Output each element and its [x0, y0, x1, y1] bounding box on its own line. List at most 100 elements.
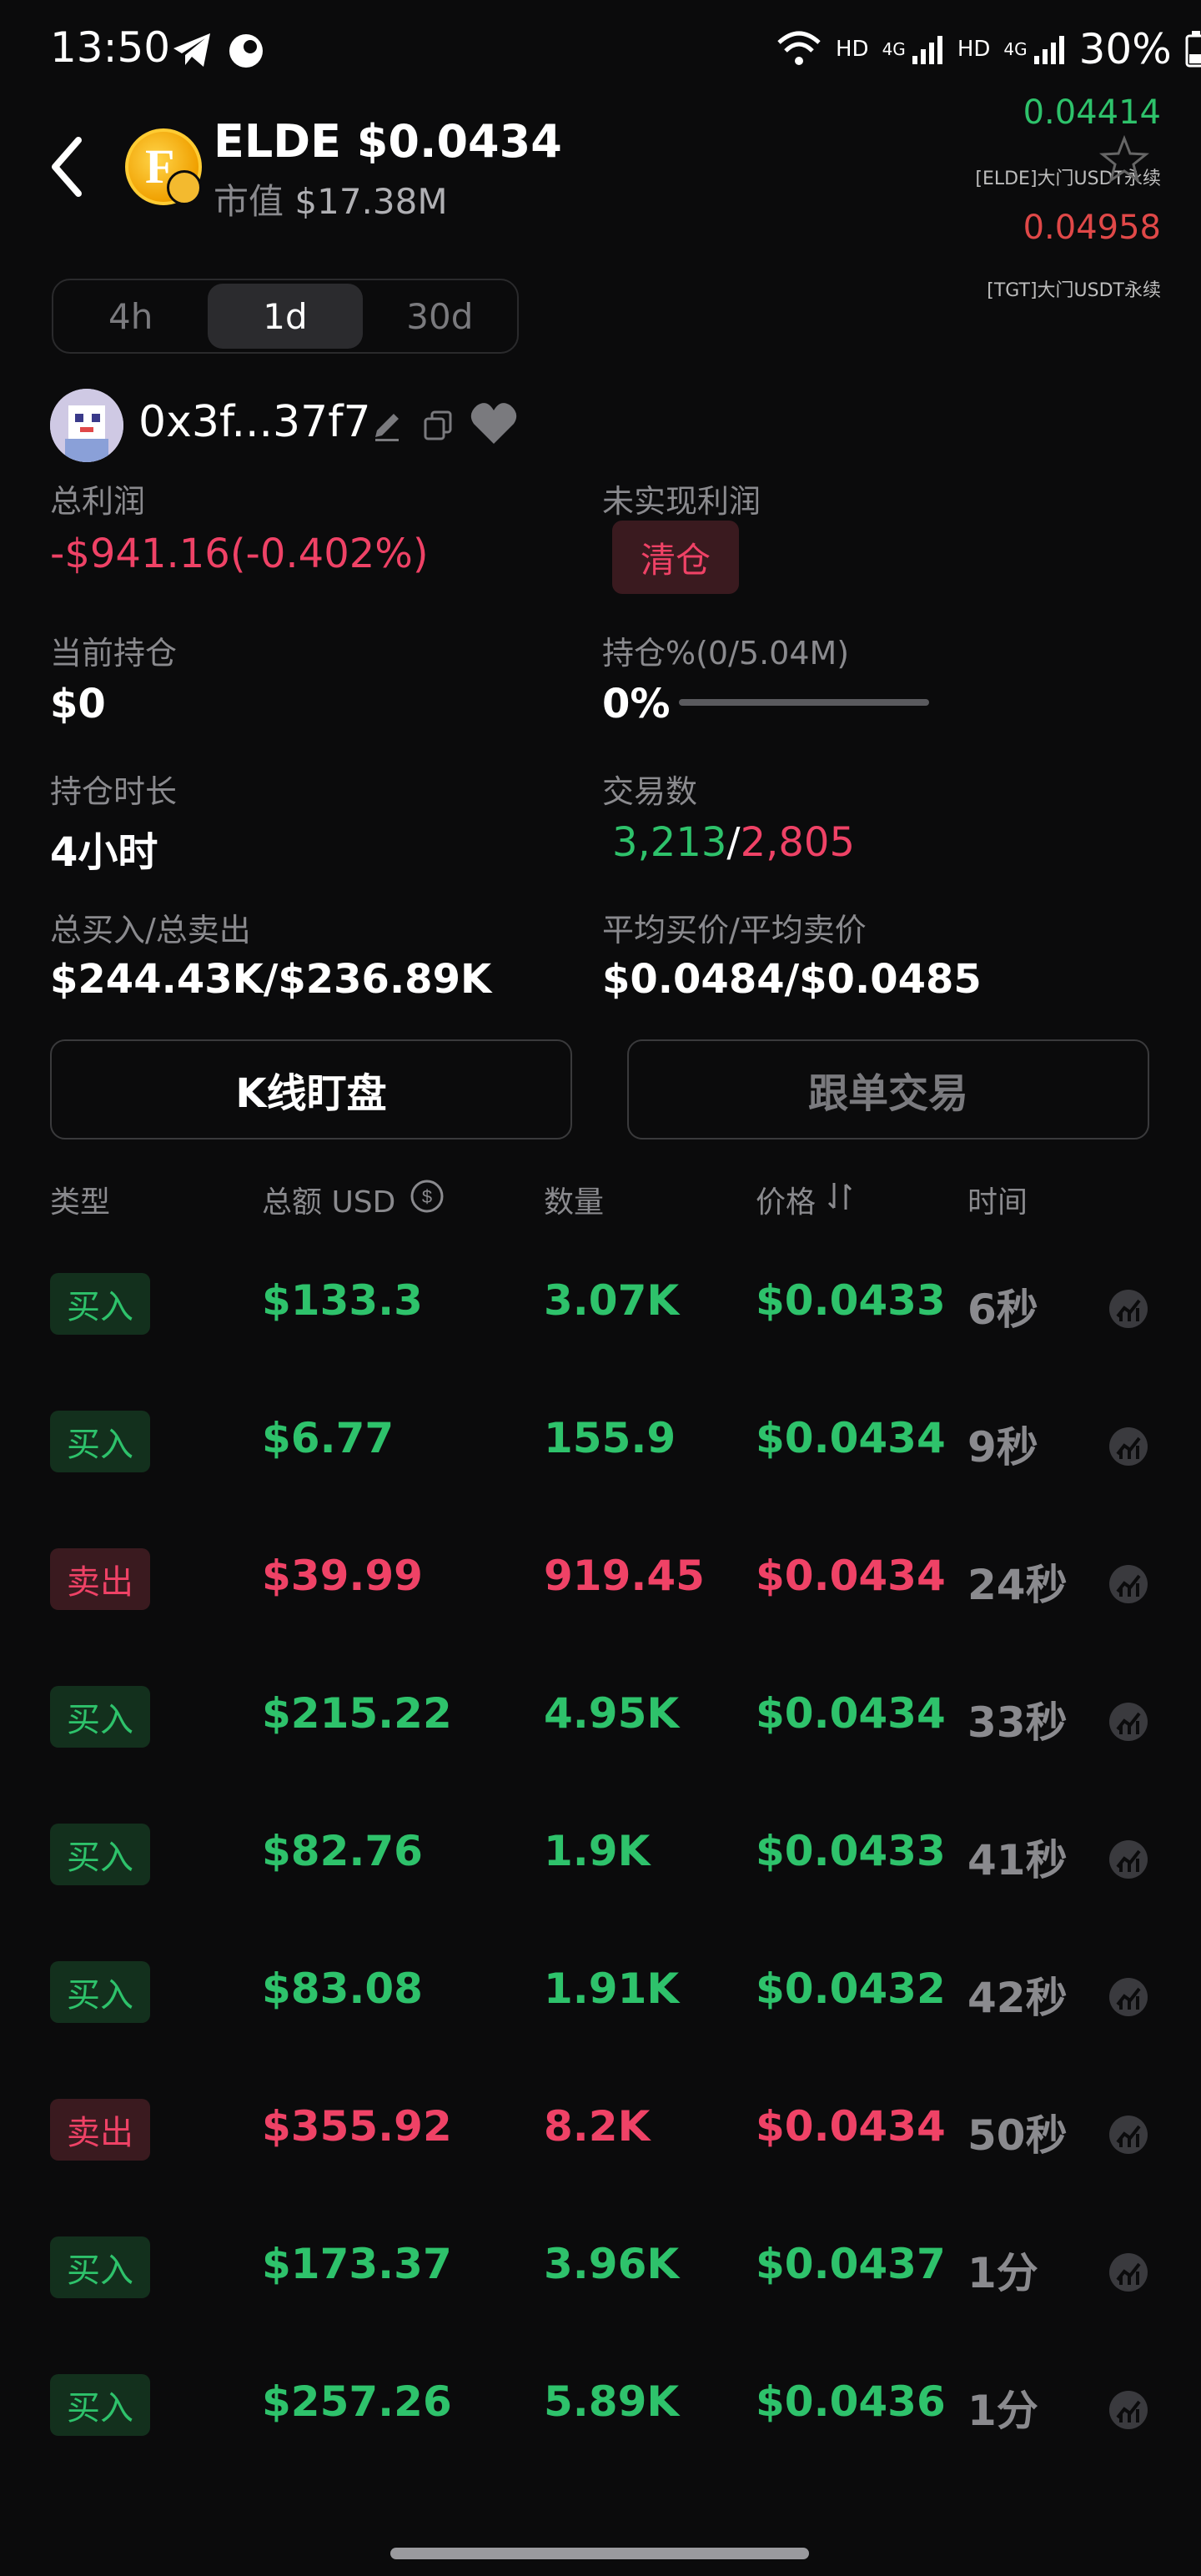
trade-row[interactable]: 卖出 $39.99 919.45 $0.0434 24秒 — [0, 1527, 1201, 1627]
floating-price-1[interactable]: 0.04414 — [1023, 93, 1161, 132]
wifi-icon — [777, 31, 821, 65]
trade-time: 33秒 — [967, 1698, 1068, 1747]
trade-type-badge: 买入 — [50, 2374, 150, 2436]
trade-row[interactable]: 买入 $133.3 3.07K $0.0433 6秒 — [0, 1251, 1201, 1351]
trade-price: $0.0436 — [756, 2377, 946, 2426]
chart-icon[interactable] — [1108, 2251, 1149, 2293]
holding-pct-value: 0% — [602, 681, 671, 727]
trade-time: 6秒 — [967, 1285, 1038, 1334]
status-time: 13:50 — [50, 23, 171, 72]
heart-icon[interactable] — [469, 400, 519, 447]
trades-value: 3,213/2,805 — [612, 819, 855, 866]
home-indicator[interactable] — [390, 2548, 809, 2559]
trade-type-badge: 卖出 — [50, 1548, 150, 1610]
back-arrow-icon[interactable] — [47, 133, 88, 200]
telegram-icon — [173, 33, 210, 67]
col-qty-header: 数量 — [544, 1185, 605, 1220]
total-profit-value: -$941.16(-0.402%) — [50, 531, 429, 577]
tab-30d[interactable]: 30d — [363, 280, 517, 352]
sort-icon[interactable] — [826, 1180, 854, 1213]
chart-icon[interactable] — [1108, 1426, 1149, 1467]
chain-badge-icon — [167, 170, 202, 205]
trade-qty: 3.96K — [544, 2240, 680, 2288]
svg-text:$: $ — [422, 1186, 432, 1207]
trade-time: 24秒 — [967, 1561, 1068, 1609]
pixel-avatar-icon — [50, 389, 123, 462]
trade-qty: 8.2K — [544, 2102, 651, 2151]
chart-icon[interactable] — [1108, 2389, 1149, 2431]
trade-type-badge: 买入 — [50, 1411, 150, 1472]
trade-qty: 3.07K — [544, 1276, 680, 1325]
trade-row[interactable]: 买入 $173.37 3.96K $0.0437 1分 — [0, 2215, 1201, 2315]
trade-time: 50秒 — [967, 2111, 1068, 2160]
trade-amount: $215.22 — [262, 1689, 452, 1738]
holding-value: $0 — [50, 681, 106, 727]
tab-1d[interactable]: 1d — [208, 284, 363, 349]
signal-icon-1 — [912, 36, 942, 64]
chart-icon[interactable] — [1108, 2114, 1149, 2156]
chart-icon[interactable] — [1108, 1976, 1149, 2018]
network-label-1: 4G — [882, 39, 906, 59]
tab-4h[interactable]: 4h — [53, 280, 208, 352]
market-cap-label: 市值 — [214, 181, 284, 222]
trade-type-badge: 买入 — [50, 1824, 150, 1885]
trade-price: $0.0432 — [756, 1965, 946, 2013]
trades-label: 交易数 — [602, 773, 698, 810]
battery-icon — [1185, 31, 1201, 68]
buy-sell-total-value: $244.43K/$236.89K — [50, 956, 492, 1003]
trade-row[interactable]: 买入 $82.76 1.9K $0.0433 41秒 — [0, 1802, 1201, 1902]
duration-value: 4小时 — [50, 829, 158, 876]
chart-icon[interactable] — [1108, 1288, 1149, 1330]
trade-row[interactable]: 买入 $83.08 1.91K $0.0432 42秒 — [0, 1940, 1201, 2040]
floating-price-2[interactable]: 0.04958 — [1023, 209, 1161, 247]
trade-price: $0.0433 — [756, 1276, 946, 1325]
chart-icon[interactable] — [1108, 1701, 1149, 1743]
avg-price-label: 平均买价/平均卖价 — [602, 912, 867, 948]
copy-icon[interactable] — [420, 407, 457, 444]
edit-icon[interactable] — [369, 407, 405, 444]
hd-label-1: HD — [836, 37, 869, 62]
currency-switch-icon[interactable]: $ — [409, 1178, 445, 1215]
col-time-header: 时间 — [967, 1185, 1028, 1220]
holding-label: 当前持仓 — [50, 635, 178, 672]
trades-buy-count: 3,213 — [612, 819, 727, 866]
star-icon[interactable] — [1099, 135, 1149, 185]
trade-price: $0.0434 — [756, 1552, 946, 1600]
trade-qty: 155.9 — [544, 1414, 676, 1462]
market-cap: 市值 $17.38M — [214, 174, 448, 224]
unrealized-profit-label: 未实现利润 — [602, 483, 761, 520]
duration-label: 持仓时长 — [50, 773, 178, 810]
trade-time: 1分 — [967, 2387, 1038, 2435]
trade-amount: $83.08 — [262, 1965, 423, 2013]
buy-sell-total-label: 总买入/总卖出 — [50, 912, 251, 948]
chart-icon[interactable] — [1108, 1839, 1149, 1880]
trade-qty: 5.89K — [544, 2377, 680, 2426]
trade-row[interactable]: 买入 $257.26 5.89K $0.0436 1分 — [0, 2352, 1201, 2453]
total-profit-label: 总利润 — [50, 483, 146, 520]
chart-icon[interactable] — [1108, 1563, 1149, 1605]
battery-percent: 30% — [1078, 25, 1172, 73]
trade-type-badge: 买入 — [50, 1686, 150, 1748]
avatar[interactable] — [50, 389, 123, 462]
col-type-header: 类型 — [50, 1185, 111, 1220]
holding-pct-label: 持仓%(0/5.04M) — [602, 635, 850, 672]
kline-watch-button[interactable]: K线盯盘 — [50, 1039, 572, 1140]
copy-trade-button[interactable]: 跟单交易 — [627, 1039, 1149, 1140]
trade-row[interactable]: 买入 $6.77 155.9 $0.0434 9秒 — [0, 1389, 1201, 1489]
trade-row[interactable]: 买入 $215.22 4.95K $0.0434 33秒 — [0, 1664, 1201, 1764]
trade-amount: $6.77 — [262, 1414, 394, 1462]
col-price-header[interactable]: 价格 — [756, 1178, 816, 1221]
trade-amount: $257.26 — [262, 2377, 452, 2426]
trade-time: 9秒 — [967, 1423, 1038, 1472]
trade-price: $0.0433 — [756, 1827, 946, 1875]
status-icons: HD 4G HD 4G 30% — [776, 25, 1201, 73]
trade-qty: 1.91K — [544, 1965, 680, 2013]
trade-row[interactable]: 卖出 $355.92 8.2K $0.0434 50秒 — [0, 2077, 1201, 2177]
trade-amount: $173.37 — [262, 2240, 452, 2288]
token-title: ELDE $0.0434 — [214, 115, 562, 168]
trade-price: $0.0434 — [756, 1414, 946, 1462]
market-cap-value: $17.38M — [294, 181, 448, 222]
trade-type-badge: 买入 — [50, 2236, 150, 2298]
trades-separator: / — [726, 819, 741, 866]
clear-position-button[interactable]: 清仓 — [612, 521, 739, 594]
